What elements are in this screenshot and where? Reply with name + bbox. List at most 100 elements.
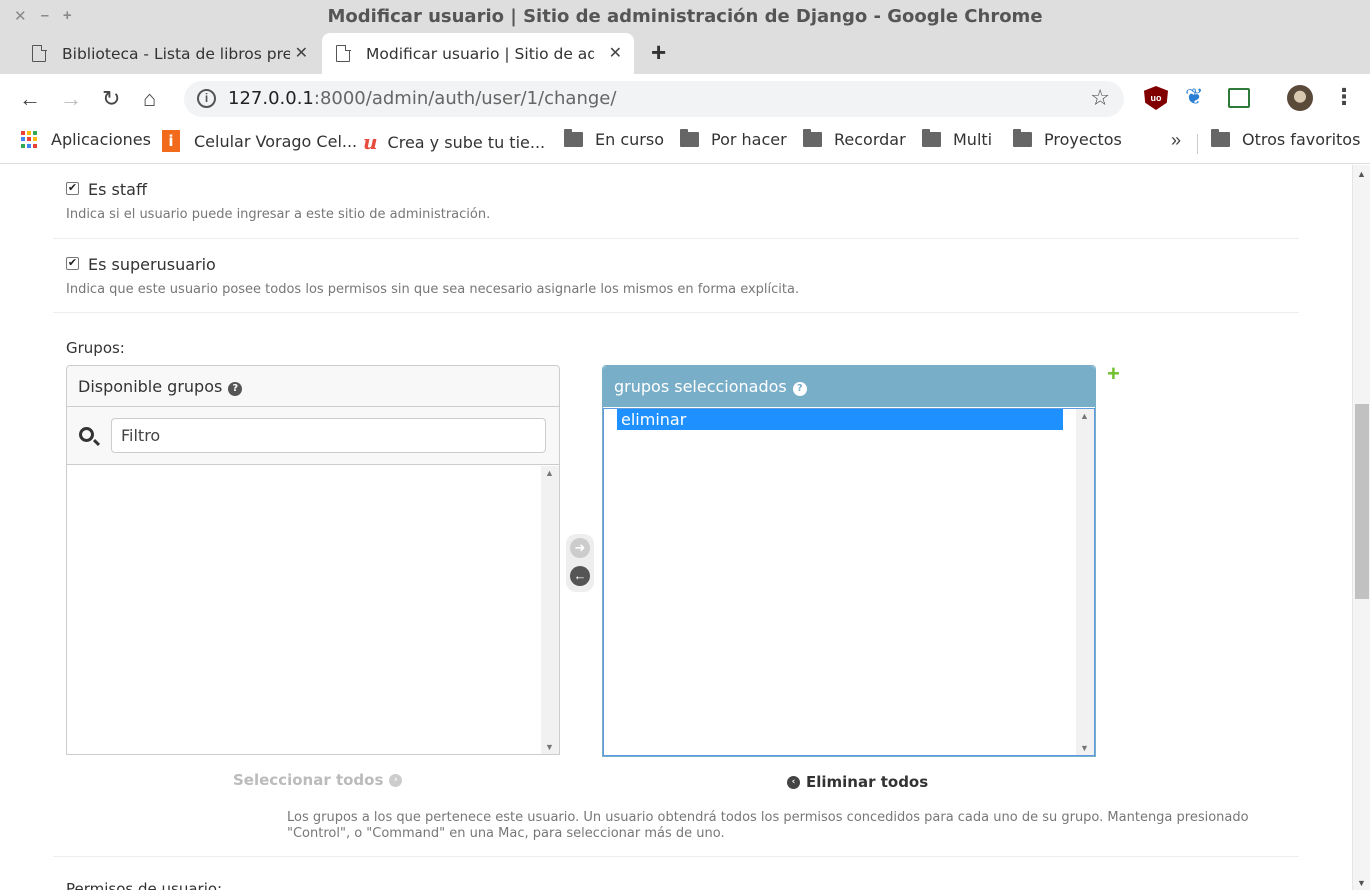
available-groups-title: Disponible grupos? [67,366,559,407]
bookmark-proyectos[interactable]: Proyectos [1013,129,1122,149]
folder-icon [564,129,583,147]
staff-label[interactable]: Es staff [88,180,147,199]
folder-icon [803,129,822,147]
form-row-staff: ✔ Es staff Indica si el usuario puede in… [53,165,1299,239]
list-scrollbar[interactable]: ▲ ▼ [1076,409,1094,755]
form-row-groups: Grupos: Disponible grupos? ▲ ▼ ➜ ← [53,313,1299,857]
chosen-groups-box: grupos seleccionados? eliminar ▲ ▼ [602,365,1096,757]
u-logo-icon: u [363,130,378,154]
chosen-title-text: grupos seleccionados [614,377,787,396]
bookmark-apps[interactable]: Aplicaciones [21,130,151,149]
forward-arrow-icon[interactable]: → [60,86,82,112]
add-arrow-icon[interactable]: ➜ [570,538,590,558]
scroll-down-icon[interactable]: ▼ [1080,743,1089,753]
bookmark-label: Multi [953,130,993,149]
scroll-up-icon[interactable]: ▲ [545,468,554,478]
vorago-icon: i [162,130,180,152]
folder-icon [680,129,699,147]
bookmark-label: Por hacer [711,130,787,149]
available-groups-box: Disponible grupos? ▲ ▼ [66,365,560,755]
profile-avatar[interactable] [1287,85,1313,111]
folder-icon [1211,129,1230,147]
available-groups-list[interactable]: ▲ ▼ [67,466,559,754]
chosen-groups-list[interactable]: eliminar ▲ ▼ [603,408,1095,756]
bookmark-recordar[interactable]: Recordar [803,129,906,149]
scroll-down-icon[interactable]: ▼ [545,742,554,752]
remove-arrow-icon[interactable]: ← [570,566,590,586]
add-group-plus-icon[interactable]: + [1107,361,1120,387]
select-all-text: Seleccionar todos [233,771,384,789]
available-title-text: Disponible grupos [78,377,223,396]
groups-label: Grupos: [66,339,125,357]
back-arrow-icon[interactable]: ← [19,86,41,112]
bookmark-star-icon[interactable]: ☆ [1090,85,1110,111]
bookmark-label: Proyectos [1044,130,1122,149]
remove-all-link[interactable]: ‹ Eliminar todos [787,773,928,791]
superuser-help: Indica que este usuario posee todos los … [66,282,800,297]
more-bookmarks-chevron-icon[interactable]: » [1171,130,1181,151]
apps-grid-icon [21,130,39,149]
feather-extension-icon[interactable]: ❦ [1185,84,1209,109]
bookmarks-separator [1197,134,1198,154]
tab-label: Modificar usuario | Sitio de administrac… [366,44,594,63]
scroll-up-icon[interactable]: ▲ [1357,169,1366,179]
superuser-label[interactable]: Es superusuario [88,255,216,274]
new-tab-icon[interactable]: + [651,37,666,68]
bookmarks-bar: Aplicaciones i Celular Vorago Cel... u C… [0,124,1370,164]
page-scrollbar[interactable]: ▲ ▼ [1352,165,1370,890]
window-title: Modificar usuario | Sitio de administrac… [327,6,1043,27]
list-scrollbar[interactable]: ▲ ▼ [541,466,559,754]
tab-biblioteca[interactable]: Biblioteca - Lista de libros prestados ✕ [18,33,320,74]
scroll-up-icon[interactable]: ▲ [1080,411,1089,421]
tab-modificar-usuario[interactable]: Modificar usuario | Sitio de administrac… [322,33,634,74]
scroll-down-icon[interactable]: ▼ [1357,878,1366,888]
chevron-right-circle-icon: › [389,773,403,787]
filter-row [67,407,559,465]
help-question-icon[interactable]: ? [228,382,243,396]
remove-all-text: Eliminar todos [806,773,929,791]
reload-icon[interactable]: ↻ [102,86,120,112]
bookmark-multi[interactable]: Multi [922,129,993,149]
screen-capture-extension-icon[interactable] [1228,88,1250,108]
bookmark-por-hacer[interactable]: Por hacer [680,129,787,149]
groups-help: Los grupos a los que pertenece este usua… [287,810,1249,841]
bookmark-label: En curso [595,130,664,149]
ublock-extension-icon[interactable]: uo [1144,86,1168,110]
tab-label: Biblioteca - Lista de libros prestados [62,44,290,63]
chevron-left-circle-icon: ‹ [787,775,800,789]
browser-menu-icon[interactable]: ⋮ [1333,84,1355,110]
page-content: ✔ Es staff Indica si el usuario puede in… [0,165,1352,890]
chosen-option[interactable]: eliminar [617,409,1063,430]
bookmark-label: Otros favoritos [1242,130,1361,149]
page-icon [32,44,47,62]
url-host: 127.0.0.1 [228,88,314,109]
bookmark-label: Crea y sube tu tie... [387,132,546,152]
url-path: :8000/admin/auth/user/1/change/ [313,88,617,109]
staff-help: Indica si el usuario puede ingresar a es… [66,207,491,222]
search-icon [79,427,94,442]
bookmark-otros-favoritos[interactable]: Otros favoritos [1211,129,1361,149]
selector-mover: ➜ ← [566,534,594,592]
bookmark-crea[interactable]: u Crea y sube tu tie... [363,130,545,154]
close-tab-icon[interactable]: ✕ [295,43,308,63]
help-question-icon[interactable]: ? [792,382,807,396]
select-all-link[interactable]: Seleccionar todos › [233,771,403,789]
bookmark-en-curso[interactable]: En curso [564,129,664,149]
close-tab-icon[interactable]: ✕ [609,43,622,63]
folder-icon [1013,129,1032,147]
filter-input[interactable] [111,418,546,453]
bookmark-vorago[interactable]: i Celular Vorago Cel... [162,130,357,152]
superuser-checkbox[interactable]: ✔ [66,257,79,270]
home-icon[interactable]: ⌂ [143,86,156,112]
window-titlebar: ✕ – + Modificar usuario | Sitio de admin… [0,0,1370,33]
user-permissions-label: Permisos de usuario: [66,880,223,890]
page-icon [336,44,351,62]
chosen-groups-title: grupos seleccionados? [603,366,1095,407]
staff-checkbox[interactable]: ✔ [66,182,79,195]
form-row-superuser: ✔ Es superusuario Indica que este usuari… [53,239,1299,313]
info-icon[interactable]: i [197,89,216,108]
address-bar[interactable]: i 127.0.0.1:8000/admin/auth/user/1/chang… [184,81,1124,117]
url-text[interactable]: 127.0.0.1:8000/admin/auth/user/1/change/ [228,88,616,109]
scrollbar-thumb[interactable] [1355,404,1369,599]
bookmark-label: Celular Vorago Cel... [194,131,358,151]
